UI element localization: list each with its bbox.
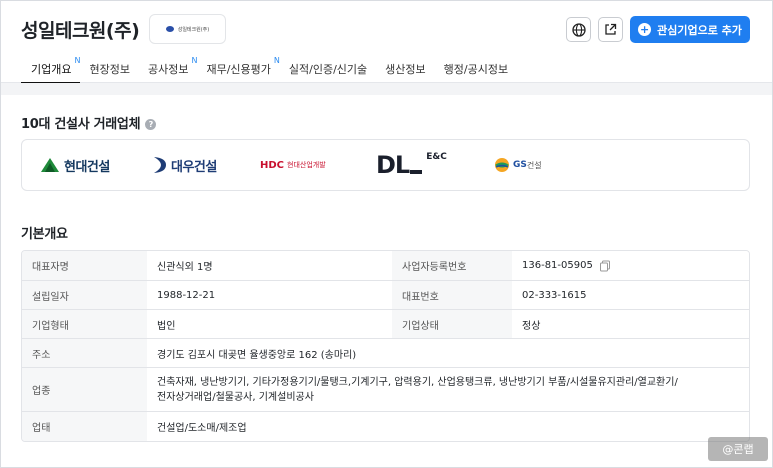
website-button[interactable]: [566, 17, 591, 42]
table-row: 대표자명 신관식외 1명 사업자등록번호 136-81-05905: [22, 251, 749, 280]
logo-mark-icon: [165, 26, 174, 32]
overview-title: 기본개요: [21, 227, 68, 242]
partners-title-text: 10대 건설사 거래업체: [21, 117, 141, 132]
table-value: 건설업/도소매/제조업: [147, 412, 749, 441]
hyundai-logo-icon: [41, 158, 59, 172]
company-logo: 성일테크원(주): [149, 14, 226, 44]
partner-sub: 건설: [526, 160, 542, 170]
table-label: 기업형태: [22, 310, 147, 338]
help-icon[interactable]: ?: [145, 119, 157, 130]
partner-name: DL: [376, 151, 410, 179]
company-tabs: 기업개요 N 현장정보 공사정보 N 재무/신용평가 N 실적/인증/신기술 생산정보…: [21, 56, 517, 84]
table-label: 대표자명: [22, 251, 147, 280]
globe-icon: [571, 22, 586, 37]
partner-name: 대우건설: [171, 159, 217, 175]
tab-label: 행정/공시정보: [443, 63, 509, 76]
industry-line: 전자상거래업/철물공사, 기계설비공사: [157, 391, 314, 403]
table-row: 기업형태 법인 기업상태 정상: [22, 309, 749, 338]
tab-label: 현장정보: [89, 63, 130, 76]
tab-label: 재무/신용평가: [206, 63, 271, 76]
add-interest-button[interactable]: + 관심기업으로 추가: [630, 16, 750, 43]
tab-finance-credit[interactable]: 재무/신용평가 N: [197, 56, 279, 83]
partner-dl: DL E&C: [376, 140, 447, 190]
copy-icon[interactable]: [599, 260, 611, 272]
table-label: 업종: [22, 368, 147, 411]
table-value: 02-333-1615: [512, 281, 749, 309]
add-interest-label: 관심기업으로 추가: [657, 23, 742, 37]
table-row: 업종 건축자재, 냉난방기기, 기타가정용기기/물탱크,기계기구, 압력용기, …: [22, 367, 749, 411]
partners-title: 10대 건설사 거래업체?: [21, 113, 157, 132]
tab-label: 기업개요: [31, 63, 72, 76]
logo-text: 성일테크원(주): [177, 26, 210, 33]
partner-hdc: HDC 현대산업개발: [260, 140, 326, 190]
partner-daewoo: 대우건설: [152, 140, 217, 190]
tab-admin-disclosure[interactable]: 행정/공시정보: [435, 57, 517, 83]
partner-gs: GS 건설: [494, 140, 542, 190]
table-value: 정상: [512, 310, 749, 338]
overview-table: 대표자명 신관식외 1명 사업자등록번호 136-81-05905 설립일자 1…: [21, 250, 750, 442]
table-row: 주소 경기도 김포시 대곶면 율생중앙로 162 (송마리): [22, 338, 749, 367]
industry-line: 건축자재, 냉난방기기, 기타가정용기기/물탱크,기계기구, 압력용기, 산업용…: [157, 376, 678, 388]
table-row: 설립일자 1988-12-21 대표번호 02-333-1615: [22, 280, 749, 309]
partners-panel: 현대건설 대우건설 HDC 현대산업개발 DL E&C GS 건설: [21, 139, 750, 191]
external-link-icon: [605, 23, 617, 35]
table-value: 신관식외 1명: [147, 251, 392, 280]
tab-construction-info[interactable]: 공사정보 N: [139, 56, 197, 83]
partner-sub: E&C: [426, 152, 447, 162]
tab-site-info[interactable]: 현장정보: [80, 57, 138, 83]
partner-name: 현대건설: [64, 159, 110, 175]
tab-label: 실적/인증/신기술: [288, 63, 368, 76]
watermark: @콘랩: [708, 437, 768, 461]
dl-underscore-icon: [410, 170, 423, 174]
business-number: 136-81-05905: [522, 260, 593, 271]
page-frame: 성일테크원(주) 성일테크원(주) + 관심기업으로 추가 기업개요 N 현장정…: [0, 0, 773, 468]
plus-icon: +: [638, 23, 652, 36]
table-label: 업태: [22, 412, 147, 441]
partner-hyundai: 현대건설: [40, 140, 110, 190]
tab-performance[interactable]: 실적/인증/신기술: [280, 57, 376, 83]
table-value: 건축자재, 냉난방기기, 기타가정용기기/물탱크,기계기구, 압력용기, 산업용…: [147, 368, 749, 411]
table-value: 경기도 김포시 대곶면 율생중앙로 162 (송마리): [147, 339, 749, 367]
company-name: 성일테크원(주): [21, 20, 140, 42]
tab-label: 공사정보: [147, 63, 189, 76]
company-header: 성일테크원(주) 성일테크원(주) + 관심기업으로 추가 기업개요 N 현장정…: [1, 1, 772, 84]
gs-logo-icon: [495, 158, 509, 172]
partner-sub: 현대산업개발: [287, 161, 326, 169]
table-value: 법인: [147, 310, 392, 338]
table-label: 주소: [22, 339, 147, 367]
share-button[interactable]: [598, 17, 623, 42]
table-label: 설립일자: [22, 281, 147, 309]
tab-label: 생산정보: [385, 63, 426, 76]
section-divider: [1, 83, 772, 95]
daewoo-logo-icon: [154, 157, 166, 173]
partner-name: GS: [513, 160, 527, 170]
tab-overview[interactable]: 기업개요 N: [21, 56, 81, 84]
table-label: 대표번호: [392, 281, 512, 309]
table-value: 1988-12-21: [147, 281, 392, 309]
table-label: 사업자등록번호: [392, 251, 512, 280]
table-row: 업태 건설업/도소매/제조업: [22, 411, 749, 441]
table-value: 136-81-05905: [512, 251, 749, 280]
table-label: 기업상태: [392, 310, 512, 338]
tab-production[interactable]: 생산정보: [376, 57, 434, 83]
partner-name: HDC: [260, 159, 285, 171]
